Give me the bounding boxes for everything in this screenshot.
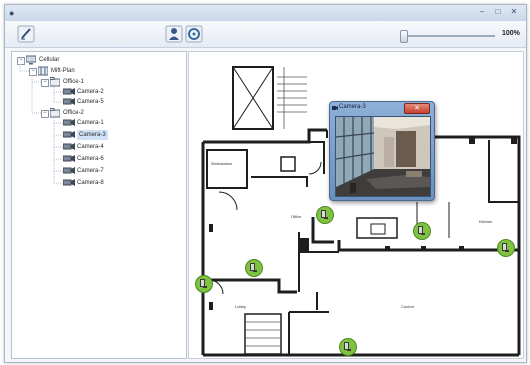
room-label: Office — [291, 214, 302, 219]
settings-icon[interactable] — [185, 25, 203, 43]
room-label: Workstation — [211, 161, 232, 166]
device-tree: − Cellular − Mift-Plan − Office-1 Camera… — [11, 51, 187, 359]
camera-icon — [332, 106, 338, 110]
camera-icon — [344, 342, 351, 351]
camera-marker[interactable] — [195, 275, 213, 293]
tree-camera[interactable]: Camera-6 — [77, 154, 104, 164]
room-label: Kitchen — [479, 219, 492, 224]
tree-camera[interactable]: Camera-8 — [77, 178, 104, 188]
tree-camera[interactable]: Camera-1 — [77, 118, 104, 128]
camera-marker[interactable] — [413, 222, 431, 240]
popup-title: Camera-3 — [339, 104, 366, 110]
zoom-level: 100% — [502, 30, 520, 37]
camera-marker[interactable] — [339, 338, 357, 356]
camera-feed-image — [335, 116, 431, 197]
camera-icon — [200, 279, 207, 288]
camera-marker[interactable] — [497, 239, 515, 257]
room-label: Control — [401, 304, 414, 309]
user-icon[interactable] — [165, 25, 183, 43]
tree-lines — [19, 64, 63, 184]
camera-icon — [321, 210, 328, 219]
camera-icon — [502, 243, 509, 252]
tree-camera[interactable]: Camera-2 — [77, 87, 104, 97]
room-label: Lobby — [235, 304, 246, 309]
tree-camera[interactable]: Camera-4 — [77, 142, 104, 152]
system-menu-icon[interactable]: ● — [9, 8, 14, 18]
title-bar: ● – □ ✕ — [5, 5, 526, 21]
tree-camera-selected[interactable]: Camera-3 — [77, 130, 108, 140]
camera-marker[interactable] — [316, 206, 334, 224]
minimize-icon[interactable]: – — [475, 6, 489, 18]
app-window: ● – □ ✕ 100% − Cellular − Mift-Plan − Of… — [4, 4, 527, 363]
edit-icon[interactable] — [17, 25, 35, 43]
camera-preview-window[interactable]: Camera-3 ✕ — [329, 101, 435, 201]
close-icon[interactable]: ✕ — [507, 6, 521, 18]
tree-camera[interactable]: Camera-5 — [77, 97, 104, 107]
toolbar: 100% — [5, 21, 526, 48]
floor-plan-map[interactable]: Workstation Office Kitchen Lobby Control — [188, 51, 524, 359]
tree-camera[interactable]: Camera-7 — [77, 166, 104, 176]
zoom-slider-thumb[interactable] — [400, 30, 408, 43]
popup-close-button[interactable]: ✕ — [404, 103, 430, 114]
floor-plan: Workstation Office Kitchen Lobby Control — [201, 66, 521, 357]
camera-icon — [250, 263, 257, 272]
camera-marker[interactable] — [245, 259, 263, 277]
zoom-slider[interactable] — [403, 35, 495, 37]
camera-icon — [418, 226, 425, 235]
maximize-icon[interactable]: □ — [491, 6, 505, 18]
